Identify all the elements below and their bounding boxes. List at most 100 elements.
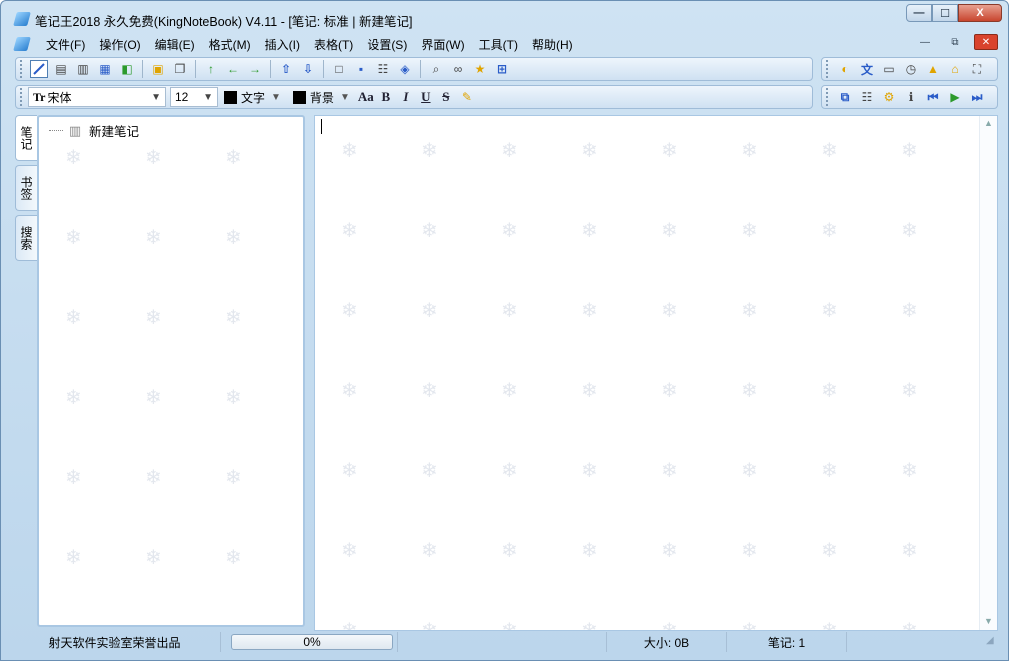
- panel1-icon[interactable]: ▤: [52, 60, 70, 78]
- home-icon[interactable]: ⌂: [946, 60, 964, 78]
- bg-color-swatch[interactable]: [292, 90, 306, 104]
- move-down-icon[interactable]: ⇩: [299, 60, 317, 78]
- translate-icon[interactable]: 文: [858, 60, 876, 78]
- vertical-scrollbar[interactable]: ▲ ▼: [979, 116, 997, 630]
- paste-icon[interactable]: ▣: [149, 60, 167, 78]
- chevron-down-icon[interactable]: ▼: [340, 92, 350, 103]
- document-icon[interactable]: [13, 37, 31, 51]
- info-icon[interactable]: ℹ: [902, 88, 920, 106]
- new-doc-icon[interactable]: □: [330, 60, 348, 78]
- chevron-down-icon[interactable]: ▼: [203, 92, 213, 103]
- close-button[interactable]: X: [958, 4, 1002, 22]
- camera-icon[interactable]: ▭: [880, 60, 898, 78]
- tree-node[interactable]: ▥ 新建笔记: [49, 121, 139, 140]
- strikethrough-button[interactable]: S: [436, 89, 456, 105]
- note-tree-panel[interactable]: ❄❄❄❄❄❄❄❄❄❄❄❄❄❄❄❄❄❄❄❄❄❄❄❄❄❄❄❄ ▥ 新建笔记: [37, 115, 305, 627]
- snowflake-watermark-icon: ❄: [501, 380, 518, 402]
- font-size-select[interactable]: 12 ▼: [170, 87, 218, 107]
- chevron-down-icon[interactable]: ▼: [151, 92, 161, 103]
- lock-icon[interactable]: ▲: [924, 60, 942, 78]
- text-color-label[interactable]: 文字: [241, 89, 265, 106]
- menu-help[interactable]: 帮助(H): [525, 36, 580, 53]
- table-icon[interactable]: ☷: [374, 60, 392, 78]
- toolbar-grip[interactable]: [826, 88, 830, 106]
- font-name-value: 宋体: [47, 90, 72, 105]
- menu-insert[interactable]: 插入(I): [258, 36, 307, 53]
- panel3-icon[interactable]: ▦: [96, 60, 114, 78]
- snowflake-watermark-icon: ❄: [421, 380, 438, 402]
- snowflake-watermark-icon: ❄: [421, 300, 438, 322]
- grid-icon[interactable]: ☷: [858, 88, 876, 106]
- tree-node-label: 新建笔记: [89, 125, 140, 139]
- outline-icon[interactable]: ⊞: [493, 60, 511, 78]
- toolbar-grip[interactable]: [20, 88, 24, 106]
- snowflake-watermark-icon: ❄: [581, 380, 598, 402]
- menu-table[interactable]: 表格(T): [307, 36, 360, 53]
- print-icon[interactable]: ◈: [396, 60, 414, 78]
- panel2-icon[interactable]: ▥: [74, 60, 92, 78]
- snowflake-watermark-icon: ❄: [341, 460, 358, 482]
- snowflake-watermark-icon: ❄: [901, 620, 918, 631]
- snowflake-watermark-icon: ❄: [225, 147, 242, 169]
- toolbar-separator: [323, 60, 324, 78]
- minimize-button[interactable]: —: [906, 4, 932, 22]
- scroll-down-icon[interactable]: ▼: [984, 616, 993, 626]
- snowflake-watermark-icon: ❄: [65, 307, 82, 329]
- format-brush-icon[interactable]: ✎: [458, 88, 476, 106]
- binoculars-icon[interactable]: ∞: [449, 60, 467, 78]
- menu-interface[interactable]: 界面(W): [414, 36, 471, 53]
- snowflake-watermark-icon: ❄: [581, 460, 598, 482]
- arrow-up-icon[interactable]: ↑: [202, 60, 220, 78]
- snowflake-watermark-icon: ❄: [741, 300, 758, 322]
- window-icon[interactable]: ⧉: [836, 88, 854, 106]
- italic-button[interactable]: I: [396, 89, 416, 105]
- font-name-select[interactable]: Tr 宋体 ▼: [28, 87, 166, 107]
- mdi-restore-button[interactable]: ⧉: [944, 34, 966, 50]
- star-icon[interactable]: ★: [471, 60, 489, 78]
- snowflake-watermark-icon: ❄: [421, 540, 438, 562]
- pen-icon[interactable]: [30, 60, 48, 78]
- scroll-up-icon[interactable]: ▲: [984, 118, 993, 128]
- menu-operate[interactable]: 操作(O): [92, 36, 147, 53]
- clock-icon[interactable]: ◷: [902, 60, 920, 78]
- fullscreen-icon[interactable]: ⛶: [968, 60, 986, 78]
- menu-edit[interactable]: 编辑(E): [148, 36, 202, 53]
- sound-icon[interactable]: ◐: [836, 60, 854, 78]
- menu-format[interactable]: 格式(M): [202, 36, 258, 53]
- move-up-icon[interactable]: ⇧: [277, 60, 295, 78]
- text-color-swatch[interactable]: [224, 90, 237, 104]
- snowflake-watermark-icon: ❄: [145, 547, 162, 569]
- toolbar-grip[interactable]: [20, 60, 24, 78]
- arrow-left-icon[interactable]: ←: [224, 60, 242, 78]
- resize-grip-icon[interactable]: ◢: [986, 635, 998, 647]
- text-caret: [321, 119, 322, 134]
- chevron-down-icon[interactable]: ▼: [271, 92, 281, 103]
- copy-icon[interactable]: ❐: [171, 60, 189, 78]
- first-icon[interactable]: ⏮: [924, 88, 942, 106]
- tab-notes[interactable]: 笔记: [15, 115, 37, 161]
- tab-bookmarks[interactable]: 书签: [15, 165, 37, 211]
- mdi-close-button[interactable]: ✕: [974, 34, 998, 50]
- bg-color-label[interactable]: 背景: [310, 89, 334, 106]
- underline-button[interactable]: U: [416, 89, 436, 105]
- maximize-button[interactable]: ☐: [932, 4, 958, 22]
- bold-button[interactable]: B: [376, 89, 396, 105]
- font-case-button[interactable]: Aa: [356, 89, 376, 105]
- save-icon[interactable]: ▪: [352, 60, 370, 78]
- menu-settings[interactable]: 设置(S): [360, 36, 414, 53]
- play-icon[interactable]: ▶: [946, 88, 964, 106]
- toolbar-grip[interactable]: [826, 60, 830, 78]
- status-credit: 射天软件实验室荣誉出品: [9, 632, 221, 652]
- note-editor[interactable]: ❄ ❄ ❄ ❄ ❄ ❄ ❄ ❄ ❄ ❄ ❄ ❄ ❄ ❄ ❄ ❄ ❄ ❄ ❄ ❄ ❄ ❄ ❄ ❄ ❄ ❄ ❄ ❄ ❄ ❄ ❄ ❄ ❄ ❄ ❄ ❄ ❄ ❄ ❄ ❄…: [314, 115, 998, 631]
- side-tabs: 笔记 书签 搜索: [15, 115, 37, 265]
- menu-tools[interactable]: 工具(T): [472, 36, 525, 53]
- last-icon[interactable]: ⏭: [968, 88, 986, 106]
- arrow-right-icon[interactable]: →: [246, 60, 264, 78]
- tab-search[interactable]: 搜索: [15, 215, 37, 261]
- status-size: 大小: 0B: [607, 632, 727, 652]
- menu-file[interactable]: 文件(F): [39, 36, 92, 53]
- settings-icon[interactable]: ⚙: [880, 88, 898, 106]
- preview-icon[interactable]: ⌕: [427, 60, 445, 78]
- export-icon[interactable]: ◧: [118, 60, 136, 78]
- mdi-minimize-button[interactable]: —: [914, 34, 936, 50]
